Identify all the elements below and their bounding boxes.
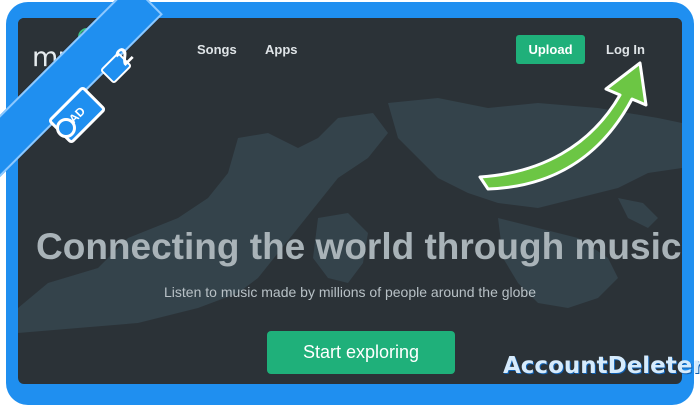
start-exploring-button[interactable]: Start exploring xyxy=(267,331,455,374)
ad-circle-icon xyxy=(56,118,76,138)
pointer-arrow-icon xyxy=(478,61,648,191)
nav-link-songs[interactable]: Songs xyxy=(197,42,237,57)
hero-subheadline: Listen to music made by millions of peop… xyxy=(164,284,536,300)
hero-headline: Connecting the world through music xyxy=(36,226,682,267)
brand-watermark: AccountDeleters xyxy=(503,353,700,379)
nav-link-apps[interactable]: Apps xyxy=(265,42,298,57)
